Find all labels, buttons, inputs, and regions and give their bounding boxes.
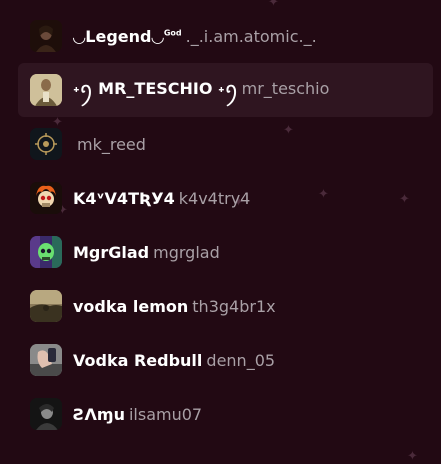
- member-names: vodka lemon th3g4br1x: [73, 297, 276, 316]
- flaming-skull-icon: [30, 182, 62, 214]
- avatar: [30, 236, 62, 268]
- display-name: ◡Legend◡: [73, 26, 164, 46]
- member-names: ƧΛɱu ilsamu07: [73, 405, 202, 424]
- avatar: [30, 344, 62, 376]
- member-item[interactable]: MgrGlad mgrglad: [18, 225, 433, 279]
- username: ilsamu07: [128, 404, 203, 424]
- display-name-suffix: God: [163, 28, 182, 38]
- character-portrait-icon: [30, 74, 62, 106]
- avatar: [30, 74, 62, 106]
- member-item[interactable]: mk_reed: [18, 117, 433, 171]
- display-name: ˖ꪆ MR_TESCHIO ˖ꪆ: [73, 79, 238, 98]
- username: ._.i.am.atomic._.: [185, 26, 317, 46]
- username: th3g4br1x: [192, 296, 276, 316]
- member-names: ◡Legend◡God ._.i.am.atomic._.: [73, 27, 317, 46]
- member-item[interactable]: ◡Legend◡God ._.i.am.atomic._.: [18, 9, 433, 63]
- compass-emblem-icon: [30, 128, 62, 160]
- avatar: [30, 290, 62, 322]
- member-list: ◡Legend◡God ._.i.am.atomic._. ˖ꪆ MR_TESCH…: [18, 9, 433, 441]
- avatar: [30, 182, 62, 214]
- member-names: Vodka Redbull denn_05: [73, 351, 275, 370]
- member-names: mk_reed: [73, 135, 146, 154]
- member-item[interactable]: K4ᵛV4TƦУ4 k4v4try4: [18, 171, 433, 225]
- display-name: Vodka Redbull: [73, 350, 203, 370]
- hand-photo-icon: [30, 344, 62, 376]
- username: mr_teschio: [241, 79, 330, 98]
- dark-portrait-icon: [30, 20, 62, 52]
- avatar: [30, 128, 62, 160]
- sparkle-icon: ✦: [407, 449, 418, 464]
- sparkle-icon: ✦: [268, 0, 279, 10]
- display-name: vodka lemon: [73, 296, 189, 316]
- green-skull-icon: [30, 236, 62, 268]
- username: mk_reed: [77, 134, 146, 154]
- avatar: [30, 20, 62, 52]
- member-names: MgrGlad mgrglad: [73, 243, 220, 262]
- username: k4v4try4: [178, 188, 251, 208]
- display-name: MgrGlad: [73, 242, 150, 262]
- username: denn_05: [206, 350, 276, 370]
- member-item[interactable]: Vodka Redbull denn_05: [18, 333, 433, 387]
- member-item[interactable]: ˖ꪆ MR_TESCHIO ˖ꪆ mr_teschio: [18, 63, 433, 117]
- display-name: ƧΛɱu: [73, 404, 125, 424]
- member-names: K4ᵛV4TƦУ4 k4v4try4: [73, 189, 250, 208]
- username: mgrglad: [153, 242, 220, 262]
- member-item[interactable]: vodka lemon th3g4br1x: [18, 279, 433, 333]
- bw-portrait-icon: [30, 398, 62, 430]
- display-name: K4ᵛV4TƦУ4: [73, 188, 175, 208]
- member-names: ˖ꪆ MR_TESCHIO ˖ꪆ mr_teschio: [73, 73, 329, 107]
- member-item[interactable]: ƧΛɱu ilsamu07: [18, 387, 433, 441]
- avatar: [30, 398, 62, 430]
- landscape-photo-icon: [30, 290, 62, 322]
